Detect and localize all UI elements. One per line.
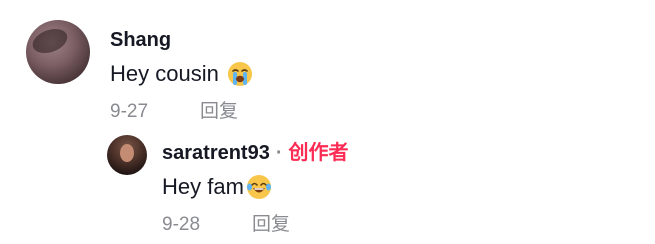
username-text[interactable]: Shang bbox=[110, 28, 171, 52]
username-text[interactable]: saratrent93 bbox=[162, 141, 270, 165]
comment-date: 9-28 bbox=[162, 214, 201, 235]
author-badge: 创作者 bbox=[288, 142, 349, 164]
comment-username: saratrent93 · 创作者 bbox=[162, 141, 349, 165]
avatar[interactable] bbox=[107, 135, 147, 175]
reply-button[interactable]: 回复 bbox=[252, 213, 290, 237]
comment-text: Hey cousin bbox=[110, 60, 253, 88]
comment-body: saratrent93 · 创作者 Hey fam 9-28 回复 bbox=[162, 141, 349, 237]
comment-text-content: Hey cousin bbox=[110, 61, 219, 86]
loudly-crying-face-icon bbox=[227, 61, 253, 87]
comment-thread: Shang Hey cousin 9-27 回复 saratrent93 · 创… bbox=[0, 0, 655, 244]
comment-meta: 9-28 回复 bbox=[162, 213, 349, 237]
comment-username[interactable]: Shang bbox=[110, 28, 253, 52]
comment-meta: 9-27 回复 bbox=[110, 100, 253, 124]
comment-date: 9-27 bbox=[110, 101, 149, 122]
comment-body: Shang Hey cousin 9-27 回复 bbox=[110, 28, 253, 124]
comment-text-content: Hey fam bbox=[162, 174, 244, 199]
face-with-tears-of-joy-icon bbox=[246, 174, 272, 200]
comment-text: Hey fam bbox=[162, 173, 349, 201]
avatar[interactable] bbox=[26, 20, 90, 84]
author-separator: · bbox=[275, 142, 283, 164]
reply-button[interactable]: 回复 bbox=[200, 100, 238, 124]
